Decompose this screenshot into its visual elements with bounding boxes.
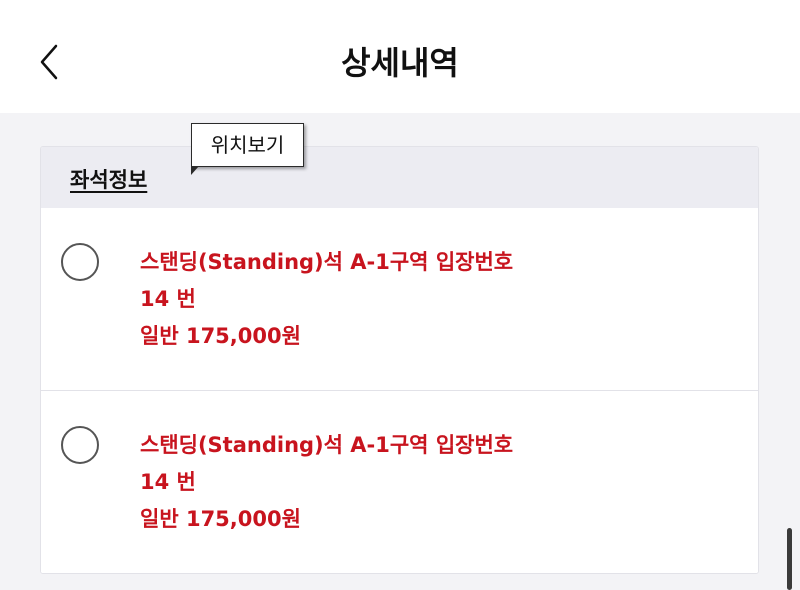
- seat-price: 일반 175,000원: [140, 324, 301, 348]
- seat-radio-button[interactable]: [61, 426, 99, 464]
- seat-price: 일반 175,000원: [140, 507, 301, 531]
- tooltip-label: 위치보기: [210, 133, 285, 157]
- back-button[interactable]: [30, 40, 66, 84]
- top-app-bar: 상세내역: [0, 0, 800, 113]
- seat-name: 스탠딩(Standing)석 A-1구역 입장번호14 번: [140, 250, 514, 311]
- seat-info-panel: 좌석정보 스탠딩(Standing)석 A-1구역 입장번호14 번 일반 17…: [40, 146, 759, 574]
- tooltip-tail: [191, 166, 199, 175]
- seat-name: 스탠딩(Standing)석 A-1구역 입장번호14 번: [140, 433, 514, 494]
- seat-details: 스탠딩(Standing)석 A-1구역 입장번호14 번 일반 175,000…: [140, 427, 540, 538]
- seat-radio-button[interactable]: [61, 243, 99, 281]
- chevron-left-icon: [40, 44, 58, 80]
- seat-info-header: 좌석정보: [41, 147, 758, 208]
- seat-details: 스탠딩(Standing)석 A-1구역 입장번호14 번 일반 175,000…: [140, 244, 540, 355]
- vertical-scrollbar[interactable]: [787, 528, 792, 590]
- seat-option[interactable]: 스탠딩(Standing)석 A-1구역 입장번호14 번 일반 175,000…: [41, 391, 758, 573]
- view-location-tooltip[interactable]: 위치보기: [191, 123, 304, 175]
- seat-option[interactable]: 스탠딩(Standing)석 A-1구역 입장번호14 번 일반 175,000…: [41, 208, 758, 391]
- seat-info-title[interactable]: 좌석정보: [70, 164, 147, 194]
- page-title: 상세내역: [341, 44, 459, 82]
